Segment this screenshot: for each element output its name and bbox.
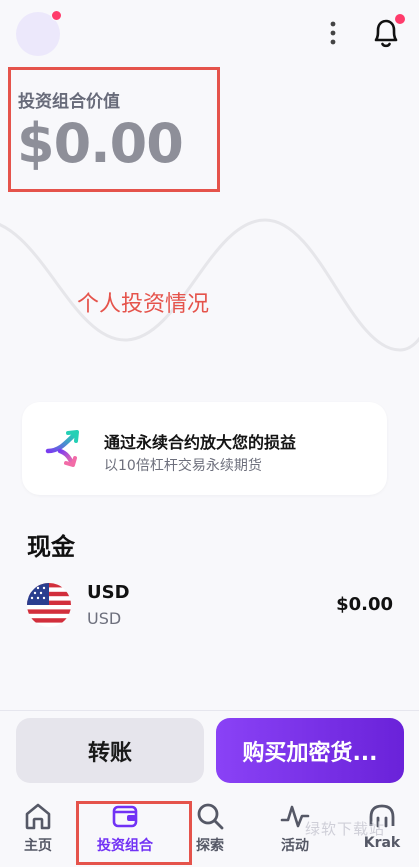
currency-code[interactable]: USD [87, 582, 130, 603]
perpetual-arrows-icon [44, 425, 88, 469]
home-icon [25, 803, 51, 830]
portfolio-value: $0.00 [17, 112, 184, 175]
watermark: 绿软下载站 [305, 820, 386, 838]
nav-home-label: 主页 [24, 838, 52, 854]
buy-crypto-button[interactable]: 购买加密货... [216, 718, 404, 783]
portfolio-value-label: 投资组合价值 [18, 92, 120, 112]
currency-name: USD [87, 609, 122, 628]
search-icon [197, 803, 224, 830]
us-flag-icon [27, 583, 71, 627]
nav-explore[interactable]: 探索 [168, 800, 252, 864]
cash-section-title: 现金 [27, 533, 75, 561]
kebab-menu-icon[interactable] [322, 18, 344, 48]
currency-balance: $0.00 [336, 594, 393, 615]
notification-dot [395, 14, 405, 24]
action-divider [0, 710, 419, 711]
promo-title: 通过永续合约放大您的损益 [104, 433, 297, 452]
promo-subtitle: 以10倍杠杆交易永续期货 [104, 458, 262, 474]
nav-home[interactable]: 主页 [0, 800, 80, 864]
portfolio-wave-graphic [0, 218, 419, 352]
avatar-notification-dot [51, 10, 62, 21]
nav-explore-label: 探索 [196, 838, 224, 854]
transfer-button[interactable]: 转账 [16, 718, 204, 783]
annotation-text: 个人投资情况 [77, 292, 210, 317]
